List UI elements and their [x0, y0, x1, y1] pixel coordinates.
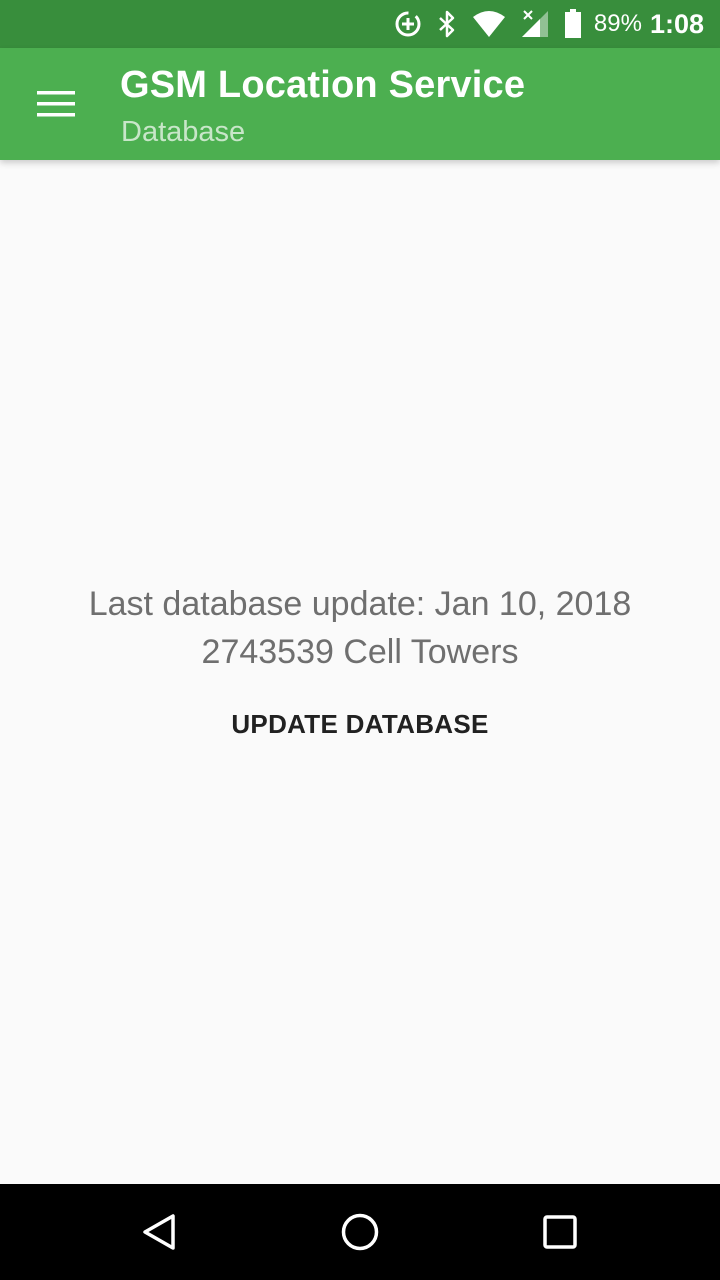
status-bar: 89% 1:08: [0, 0, 720, 48]
home-button[interactable]: [328, 1208, 392, 1256]
last-update-text: Last database update: Jan 10, 2018: [88, 585, 632, 623]
cellular-signal-icon: [520, 9, 550, 39]
recents-button[interactable]: [528, 1208, 592, 1256]
data-saver-icon: [394, 10, 422, 38]
clock: 1:08: [649, 8, 704, 39]
recents-icon: [543, 1215, 577, 1249]
app-title: GSM Location Service: [120, 64, 526, 106]
bluetooth-icon: [436, 9, 458, 39]
app-subtitle: Database: [121, 116, 246, 148]
navigation-drawer-button[interactable]: [24, 80, 88, 128]
database-content: Last database update: Jan 10, 2018 27435…: [0, 160, 720, 1184]
battery-percentage: 89%: [593, 10, 642, 37]
back-icon: [143, 1214, 175, 1250]
hamburger-menu-icon: [37, 91, 75, 117]
update-database-button[interactable]: UPDATE DATABASE: [210, 698, 510, 750]
database-info: Last database update: Jan 10, 2018 27435…: [0, 580, 720, 676]
back-button[interactable]: [128, 1208, 192, 1256]
battery-icon: [564, 9, 582, 39]
tower-count-text: 2743539 Cell Towers: [201, 633, 519, 671]
wifi-icon: [472, 10, 506, 38]
screen: 89% 1:08 GSM Location Service Database L…: [0, 0, 720, 1280]
app-bar: GSM Location Service Database: [0, 48, 720, 160]
home-icon: [341, 1213, 379, 1251]
navigation-bar: [0, 1184, 720, 1280]
